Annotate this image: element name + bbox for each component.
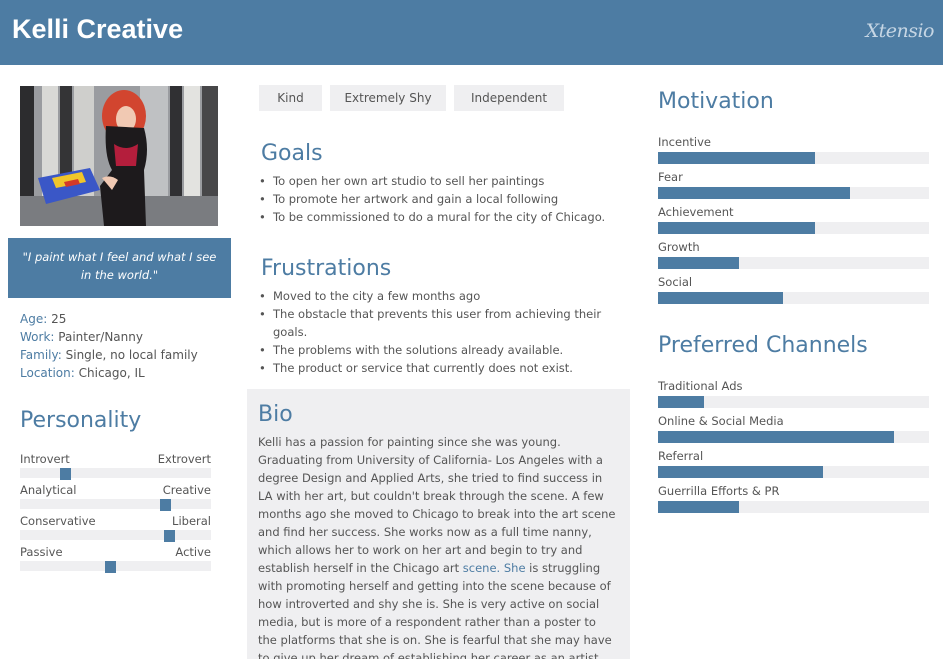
list-item: The problems with the solutions already …: [259, 341, 603, 359]
channels-title: Preferred Channels: [658, 333, 868, 358]
persona-facts: Age: 25 Work: Painter/Nanny Family: Sing…: [20, 310, 235, 382]
personality-title: Personality: [20, 408, 142, 433]
trait-slider-handle[interactable]: [105, 561, 116, 573]
motivation-fear: Fear: [658, 170, 929, 200]
trait-conservative-liberal: Conservative Liberal: [20, 514, 211, 546]
motivation-incentive: Incentive: [658, 135, 929, 165]
persona-photo: [20, 86, 218, 226]
meter-fill: [658, 431, 894, 443]
tag-chip[interactable]: Extremely Shy: [330, 85, 446, 111]
meter-label: Traditional Ads: [658, 379, 743, 393]
meter-track: [658, 501, 929, 513]
motivation-social: Social: [658, 275, 929, 305]
trait-right-label: Active: [175, 545, 211, 559]
list-item: The obstacle that prevents this user fro…: [259, 305, 603, 341]
meter-fill: [658, 501, 739, 513]
motivation-title: Motivation: [658, 89, 774, 114]
trait-left-label: Conservative: [20, 514, 96, 528]
meter-fill: [658, 292, 783, 304]
channel-referral: Referral: [658, 449, 929, 479]
fact-value: 25: [51, 312, 67, 326]
list-item: The product or service that currently do…: [259, 359, 603, 377]
meter-track: [658, 396, 929, 408]
meter-label: Guerrilla Efforts & PR: [658, 484, 780, 498]
persona-name: Kelli Creative: [12, 14, 184, 44]
meter-track: [658, 431, 929, 443]
meter-label: Online & Social Media: [658, 414, 784, 428]
list-item: To be commissioned to do a mural for the…: [259, 208, 623, 226]
meter-label: Fear: [658, 170, 683, 184]
bio-text-part: Kelli has a passion for painting since s…: [258, 435, 616, 575]
meter-label: Achievement: [658, 205, 734, 219]
fact-location: Location: Chicago, IL: [20, 364, 235, 382]
trait-slider-handle[interactable]: [160, 499, 171, 511]
bio-panel: Bio Kelli has a passion for painting sin…: [247, 389, 630, 659]
fact-family: Family: Single, no local family: [20, 346, 235, 364]
xtensio-logo[interactable]: Xtensio: [866, 20, 935, 42]
trait-left-label: Introvert: [20, 452, 70, 466]
frustrations-title: Frustrations: [261, 256, 392, 281]
trait-left-label: Passive: [20, 545, 63, 559]
motivation-growth: Growth: [658, 240, 929, 270]
fact-value: Single, no local family: [65, 348, 198, 362]
frustrations-list: Moved to the city a few months ago The o…: [259, 287, 603, 377]
goals-list: To open her own art studio to sell her p…: [259, 172, 623, 226]
trait-introvert-extrovert: Introvert Extrovert: [20, 452, 211, 484]
fact-age: Age: 25: [20, 310, 235, 328]
fact-key: Location:: [20, 366, 75, 380]
persona-quote: "I paint what I feel and what I see in t…: [8, 238, 231, 298]
trait-left-label: Analytical: [20, 483, 77, 497]
bio-text: Kelli has a passion for painting since s…: [258, 433, 618, 659]
trait-right-label: Creative: [162, 483, 211, 497]
list-item: To open her own art studio to sell her p…: [259, 172, 623, 190]
bio-text-part: is struggling with promoting herself and…: [258, 561, 612, 659]
meter-track: [658, 187, 929, 199]
trait-track: [20, 530, 211, 540]
trait-right-label: Extrovert: [157, 452, 211, 466]
meter-label: Referral: [658, 449, 704, 463]
meter-fill: [658, 466, 823, 478]
channel-online-social: Online & Social Media: [658, 414, 929, 444]
meter-fill: [658, 396, 704, 408]
meter-track: [658, 292, 929, 304]
meter-fill: [658, 152, 815, 164]
fact-key: Family:: [20, 348, 62, 362]
goals-title: Goals: [261, 141, 323, 166]
header-bar: Kelli Creative Xtensio: [0, 0, 943, 65]
trait-analytical-creative: Analytical Creative: [20, 483, 211, 515]
fact-key: Work:: [20, 330, 55, 344]
list-item: To promote her artwork and gain a local …: [259, 190, 623, 208]
trait-track: [20, 468, 211, 478]
trait-track: [20, 499, 211, 509]
fact-value: Painter/Nanny: [58, 330, 143, 344]
meter-fill: [658, 222, 815, 234]
tag-chip[interactable]: Kind: [259, 85, 322, 111]
meter-fill: [658, 257, 739, 269]
channel-guerrilla: Guerrilla Efforts & PR: [658, 484, 929, 514]
fact-work: Work: Painter/Nanny: [20, 328, 235, 346]
meter-track: [658, 466, 929, 478]
trait-slider-handle[interactable]: [60, 468, 71, 480]
trait-right-label: Liberal: [172, 514, 211, 528]
fact-key: Age:: [20, 312, 48, 326]
meter-label: Incentive: [658, 135, 711, 149]
trait-passive-active: Passive Active: [20, 545, 211, 577]
bio-link[interactable]: scene. She: [463, 561, 526, 575]
trait-slider-handle[interactable]: [164, 530, 175, 542]
meter-fill: [658, 187, 850, 199]
meter-track: [658, 257, 929, 269]
bio-title: Bio: [258, 402, 293, 427]
meter-label: Growth: [658, 240, 700, 254]
meter-track: [658, 152, 929, 164]
meter-label: Social: [658, 275, 693, 289]
motivation-achievement: Achievement: [658, 205, 929, 235]
meter-track: [658, 222, 929, 234]
tag-chip[interactable]: Independent: [454, 85, 564, 111]
list-item: Moved to the city a few months ago: [259, 287, 603, 305]
channel-traditional-ads: Traditional Ads: [658, 379, 929, 409]
fact-value: Chicago, IL: [78, 366, 145, 380]
